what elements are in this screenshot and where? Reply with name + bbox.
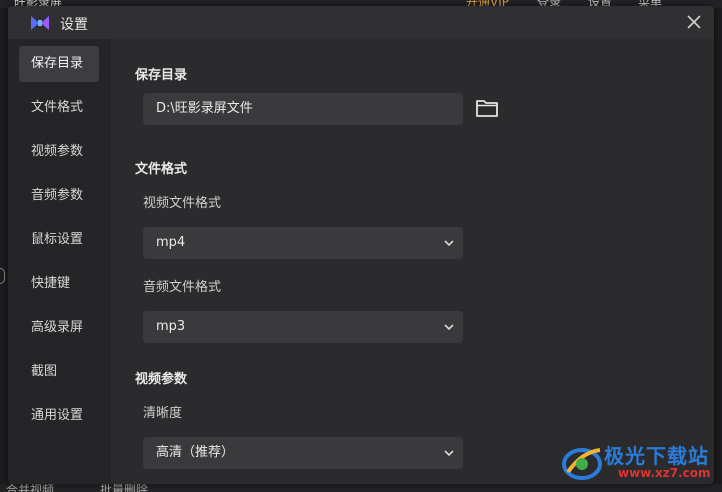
audio-format-value: mp3 [156, 319, 186, 334]
app-logo-icon [31, 16, 49, 30]
audio-format-select[interactable]: mp3 [143, 311, 463, 343]
watermark: 极光下载站 www.xz7.com [560, 438, 720, 488]
chevron-down-icon [444, 450, 454, 457]
section-title-save-dir: 保存目录 [135, 68, 188, 83]
section-title-video-params: 视频参数 [135, 372, 188, 387]
sidebar-item-advanced-recording[interactable]: 高级录屏 [19, 310, 99, 346]
sidebar-item-general-settings[interactable]: 通用设置 [19, 398, 99, 434]
sidebar-item-video-params[interactable]: 视频参数 [19, 134, 99, 170]
sidebar-item-mouse-settings[interactable]: 鼠标设置 [19, 222, 99, 258]
sidebar-item-audio-params[interactable]: 音频参数 [19, 178, 99, 214]
quality-label: 清晰度 [143, 406, 183, 421]
sidebar-item-screenshot[interactable]: 截图 [19, 354, 99, 390]
watermark-name: 极光下载站 [604, 444, 709, 468]
merge-video-button[interactable]: 合并视频 [6, 484, 54, 492]
settings-sidebar: 保存目录 文件格式 视频参数 音频参数 鼠标设置 快捷键 高级录屏 截图 通用设… [8, 39, 111, 484]
section-title-file-format: 文件格式 [135, 162, 188, 177]
close-icon[interactable] [684, 12, 704, 32]
folder-icon[interactable] [475, 98, 499, 118]
quality-value: 高清（推荐） [156, 445, 235, 460]
audio-format-label: 音频文件格式 [143, 280, 222, 295]
watermark-url: www.xz7.com [618, 466, 711, 480]
batch-delete-button[interactable]: 批量删除 [100, 484, 148, 492]
save-path-field[interactable]: D:\旺影录屏文件 [143, 93, 463, 125]
watermark-logo-icon [562, 448, 602, 480]
sidebar-item-save-dir[interactable]: 保存目录 [19, 46, 99, 82]
dialog-title: 设置 [60, 17, 88, 33]
settings-dialog: 设置 保存目录 文件格式 视频参数 音频参数 鼠标设置 快捷键 高级录屏 截图 … [8, 6, 714, 484]
chevron-down-icon [444, 324, 454, 331]
sidebar-item-file-format[interactable]: 文件格式 [19, 90, 99, 126]
sidebar-item-shortcuts[interactable]: 快捷键 [19, 266, 99, 302]
quality-select[interactable]: 高清（推荐） [143, 437, 463, 469]
background-handle [0, 268, 5, 284]
video-format-select[interactable]: mp4 [143, 227, 463, 259]
chevron-down-icon [444, 240, 454, 247]
video-format-label: 视频文件格式 [143, 196, 222, 211]
settings-content: 保存目录 D:\旺影录屏文件 文件格式 视频文件格式 mp4 音频文件格式 mp… [111, 39, 714, 484]
video-format-value: mp4 [156, 235, 186, 250]
dialog-titlebar: 设置 [8, 6, 714, 39]
